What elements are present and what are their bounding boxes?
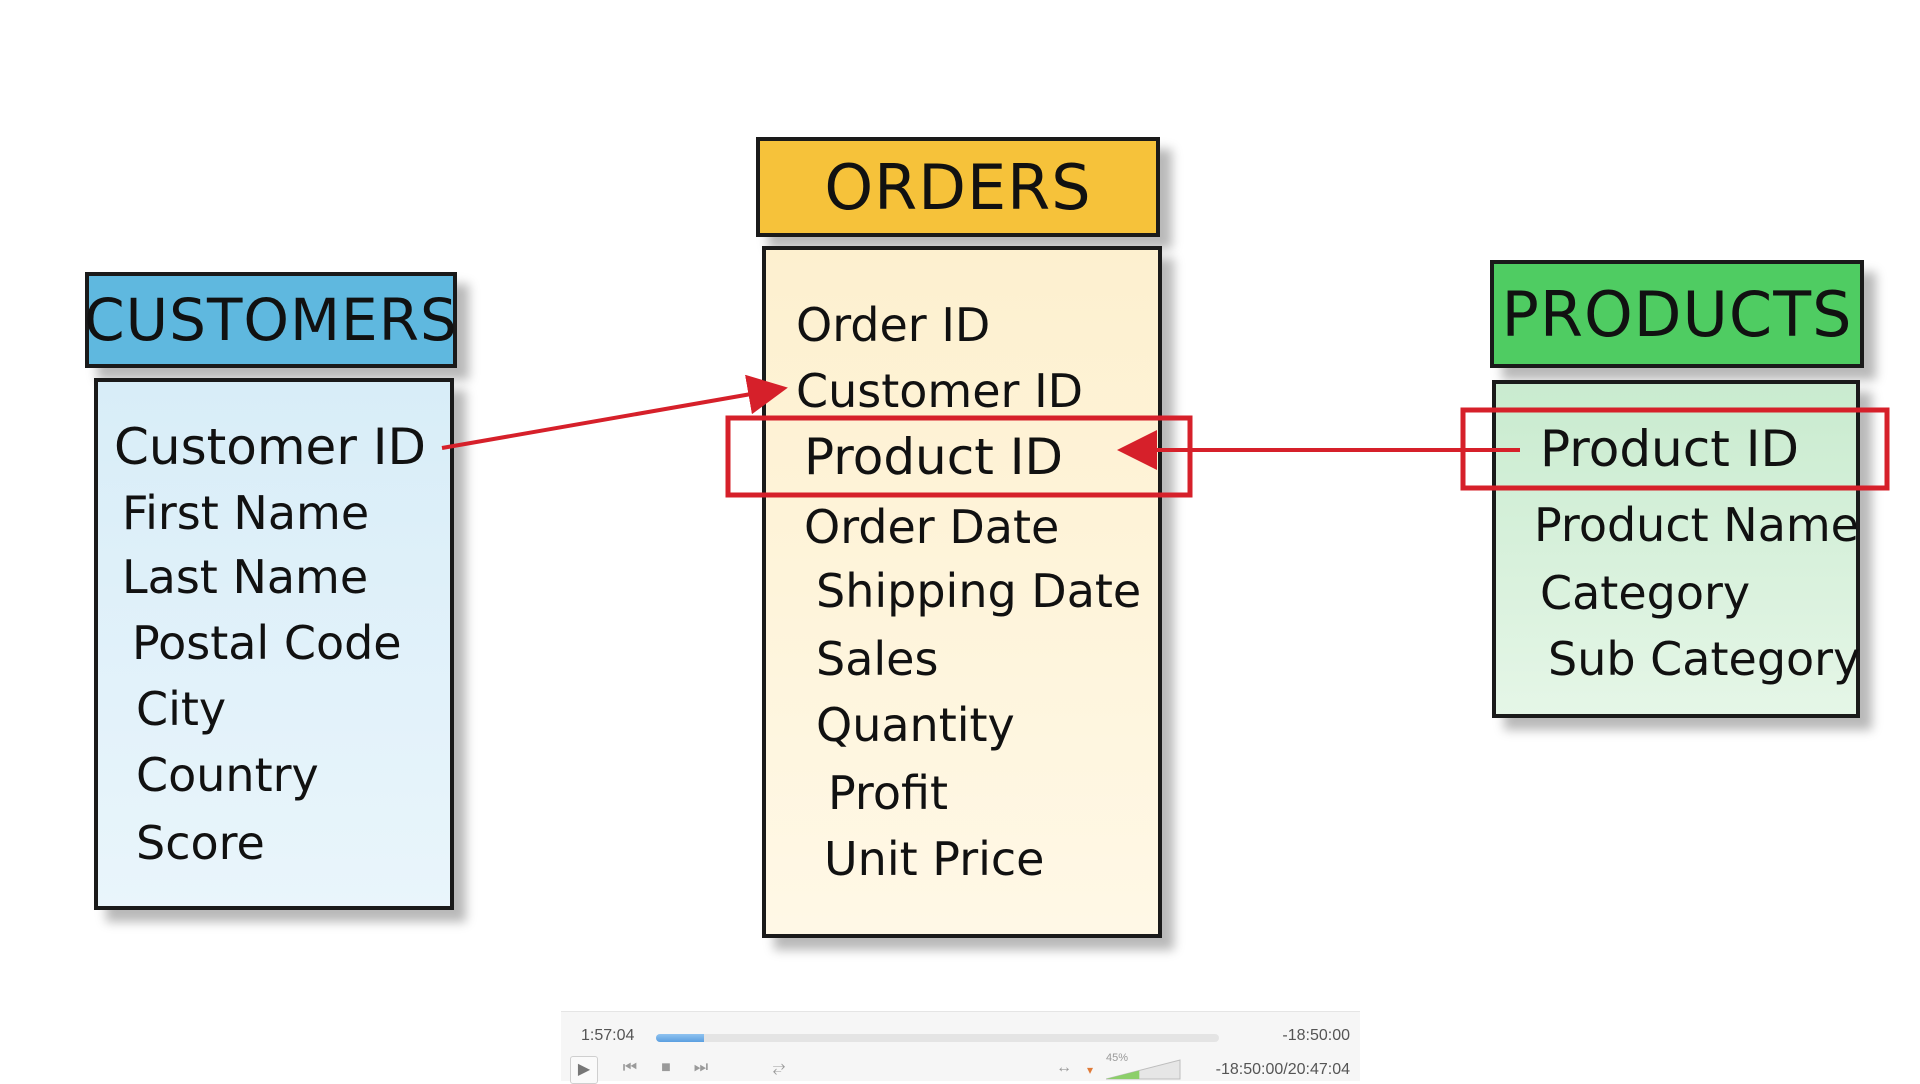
stop-icon: ■ [661,1059,671,1076]
previous-icon: ⏮ [622,1059,638,1076]
stop-button[interactable]: ■ [654,1056,678,1080]
orders-field-product-id: Product ID [804,428,1063,486]
time-elapsed: 1:57:04 [581,1027,635,1044]
orders-table-title: ORDERS [824,150,1092,224]
customers-table-title: CUSTOMERS [84,286,458,354]
products-field-category: Category [1540,566,1751,620]
relationship-arrow-customer-id [441,374,788,450]
aspect-ratio-icon: ↔ [1056,1059,1072,1076]
orders-field-sales: Sales [816,632,939,686]
products-table-header: PRODUCTS [1490,260,1864,368]
customers-field-last-name: Last Name [122,550,369,604]
orders-field-profit: Profit [828,766,948,820]
orders-field-shipping-date: Shipping Date [816,564,1142,618]
seek-bar[interactable] [656,1034,1219,1042]
customers-field-customer-id: Customer ID [114,418,427,476]
orders-table-header: ORDERS [756,137,1160,237]
products-field-product-id: Product ID [1540,420,1799,478]
orders-field-quantity: Quantity [816,698,1015,752]
previous-button[interactable]: ⏮ [618,1056,642,1080]
customers-field-country: Country [136,748,319,802]
customers-table-body: Customer ID First Name Last Name Postal … [94,378,454,910]
customers-field-score: Score [136,816,265,870]
customers-field-city: City [136,682,227,736]
seek-bar-fill [656,1034,704,1042]
products-field-product-name: Product Name [1534,498,1859,552]
customers-table-header: CUSTOMERS [84,272,458,368]
orders-table-body: Order ID Customer ID Product ID Order Da… [762,246,1162,938]
orders-field-order-id: Order ID [796,298,991,352]
customers-field-first-name: First Name [122,486,370,540]
volume-icon[interactable]: ▾ [1083,1062,1097,1078]
customers-field-postal-code: Postal Code [132,616,402,670]
next-button[interactable]: ⏭ [689,1056,713,1080]
video-frame: CUSTOMERS Customer ID First Name Last Na… [0,0,1920,1080]
volume-slider[interactable] [1106,1058,1182,1080]
products-table-title: PRODUCTS [1501,277,1853,351]
products-table-body: Product ID Product Name Category Sub Cat… [1492,380,1860,718]
orders-field-customer-id: Customer ID [796,364,1084,418]
orders-field-order-date: Order Date [804,500,1060,554]
next-icon: ⏭ [693,1059,709,1076]
aspect-ratio-button[interactable]: ↔ [1052,1056,1076,1080]
fullscreen-icon: ⥂ [772,1059,786,1076]
media-player-controls: 1:57:04 -18:50:00 ▶ ⏮ ■ ⏭ ⥂ ↔ ▾ 45% -18:… [561,1011,1360,1084]
orders-field-unit-price: Unit Price [824,832,1045,886]
play-icon: ▶ [577,1061,591,1078]
products-field-sub-category: Sub Category [1548,632,1861,686]
time-remaining: -18:50:00 [1282,1027,1350,1044]
fullscreen-button[interactable]: ⥂ [767,1056,791,1080]
time-total: -18:50:00/20:47:04 [1215,1061,1350,1078]
